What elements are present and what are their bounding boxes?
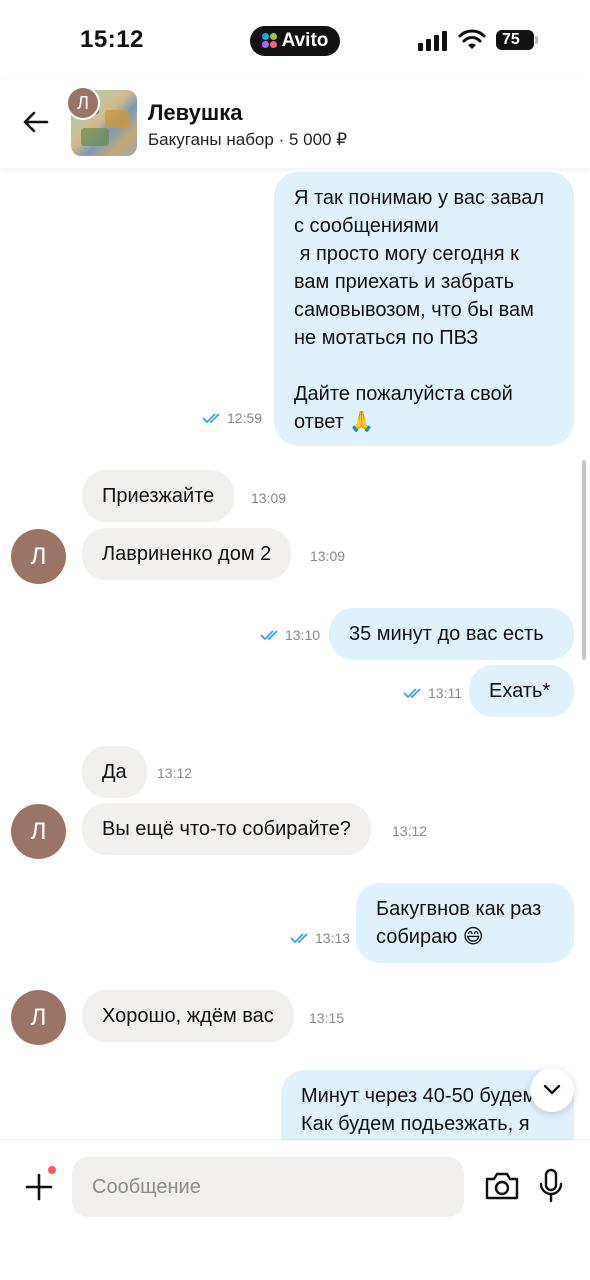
scroll-to-bottom-button[interactable] [530,1068,574,1112]
message-bubble-incoming[interactable]: Приезжайте [82,470,235,522]
wifi-icon [458,29,486,49]
back-arrow-icon [23,111,49,133]
sender-avatar[interactable]: Л [11,804,66,859]
message-bubble-incoming[interactable]: Вы ещё что-то собирайте? [82,803,371,855]
message-time: 13:13 [290,930,350,946]
message-bubble-outgoing[interactable]: 35 минут до вас есть [329,608,574,660]
sender-avatar[interactable]: Л [11,990,66,1045]
message-bubble-outgoing[interactable]: Бакугвнов как раз собираю 😄 [356,883,574,963]
avito-pill: Avito [250,26,340,56]
double-check-icon [260,630,278,641]
message-bubble-incoming[interactable]: Лавриненко дом 2 [82,528,292,580]
battery-icon: 75 [496,30,534,50]
notification-dot [46,1164,58,1176]
avito-pill-label: Avito [281,30,329,51]
back-button[interactable] [16,102,56,142]
avito-logo-icon [261,33,278,49]
battery-level: 75 [502,31,520,48]
chevron-down-icon [543,1084,561,1095]
message-time: 13:09 [251,490,287,506]
message-composer [0,1140,590,1280]
sender-avatar[interactable]: Л [11,529,66,584]
camera-icon [485,1172,519,1200]
message-bubble-incoming[interactable]: Да [82,746,147,798]
status-time: 15:12 [80,26,144,53]
message-input[interactable] [72,1157,464,1217]
status-bar: 15:12 Avito 75 [0,0,590,80]
message-bubble-outgoing[interactable]: Я так понимаю у вас завал с сообщениями … [274,172,574,446]
double-check-icon [202,413,220,424]
chat-header: Л Левушка Бакуганы набор · 5 000 ₽ [0,80,590,168]
message-bubble-outgoing[interactable]: Ехать* [469,665,574,717]
signal-icon [418,31,450,51]
scrollbar[interactable] [582,460,586,660]
message-time: 13:15 [309,1010,345,1026]
message-time: 13:11 [403,685,462,701]
double-check-icon [290,933,308,944]
message-time: 13:12 [392,823,428,839]
message-time: 12:59 [202,410,262,426]
message-bubble-incoming[interactable]: Хорошо, ждём вас [82,990,294,1042]
message-bubble-outgoing[interactable]: Минут через 40-50 будем Как будем подьез… [281,1070,574,1140]
message-list[interactable]: 12:59 Я так понимаю у вас завал с сообще… [0,168,590,1140]
listing-title-price[interactable]: Бакуганы набор · 5 000 ₽ [148,130,347,150]
message-time: 13:12 [157,765,193,781]
message-time: 13:09 [310,548,346,564]
microphone-button[interactable] [536,1166,566,1206]
battery-cap [535,36,538,44]
contact-name[interactable]: Левушка [148,100,242,126]
microphone-icon [539,1168,563,1203]
contact-avatar[interactable]: Л [66,86,100,120]
camera-button[interactable] [484,1168,520,1204]
message-time: 13:10 [260,627,320,643]
plus-icon [25,1173,53,1201]
double-check-icon [403,688,421,699]
